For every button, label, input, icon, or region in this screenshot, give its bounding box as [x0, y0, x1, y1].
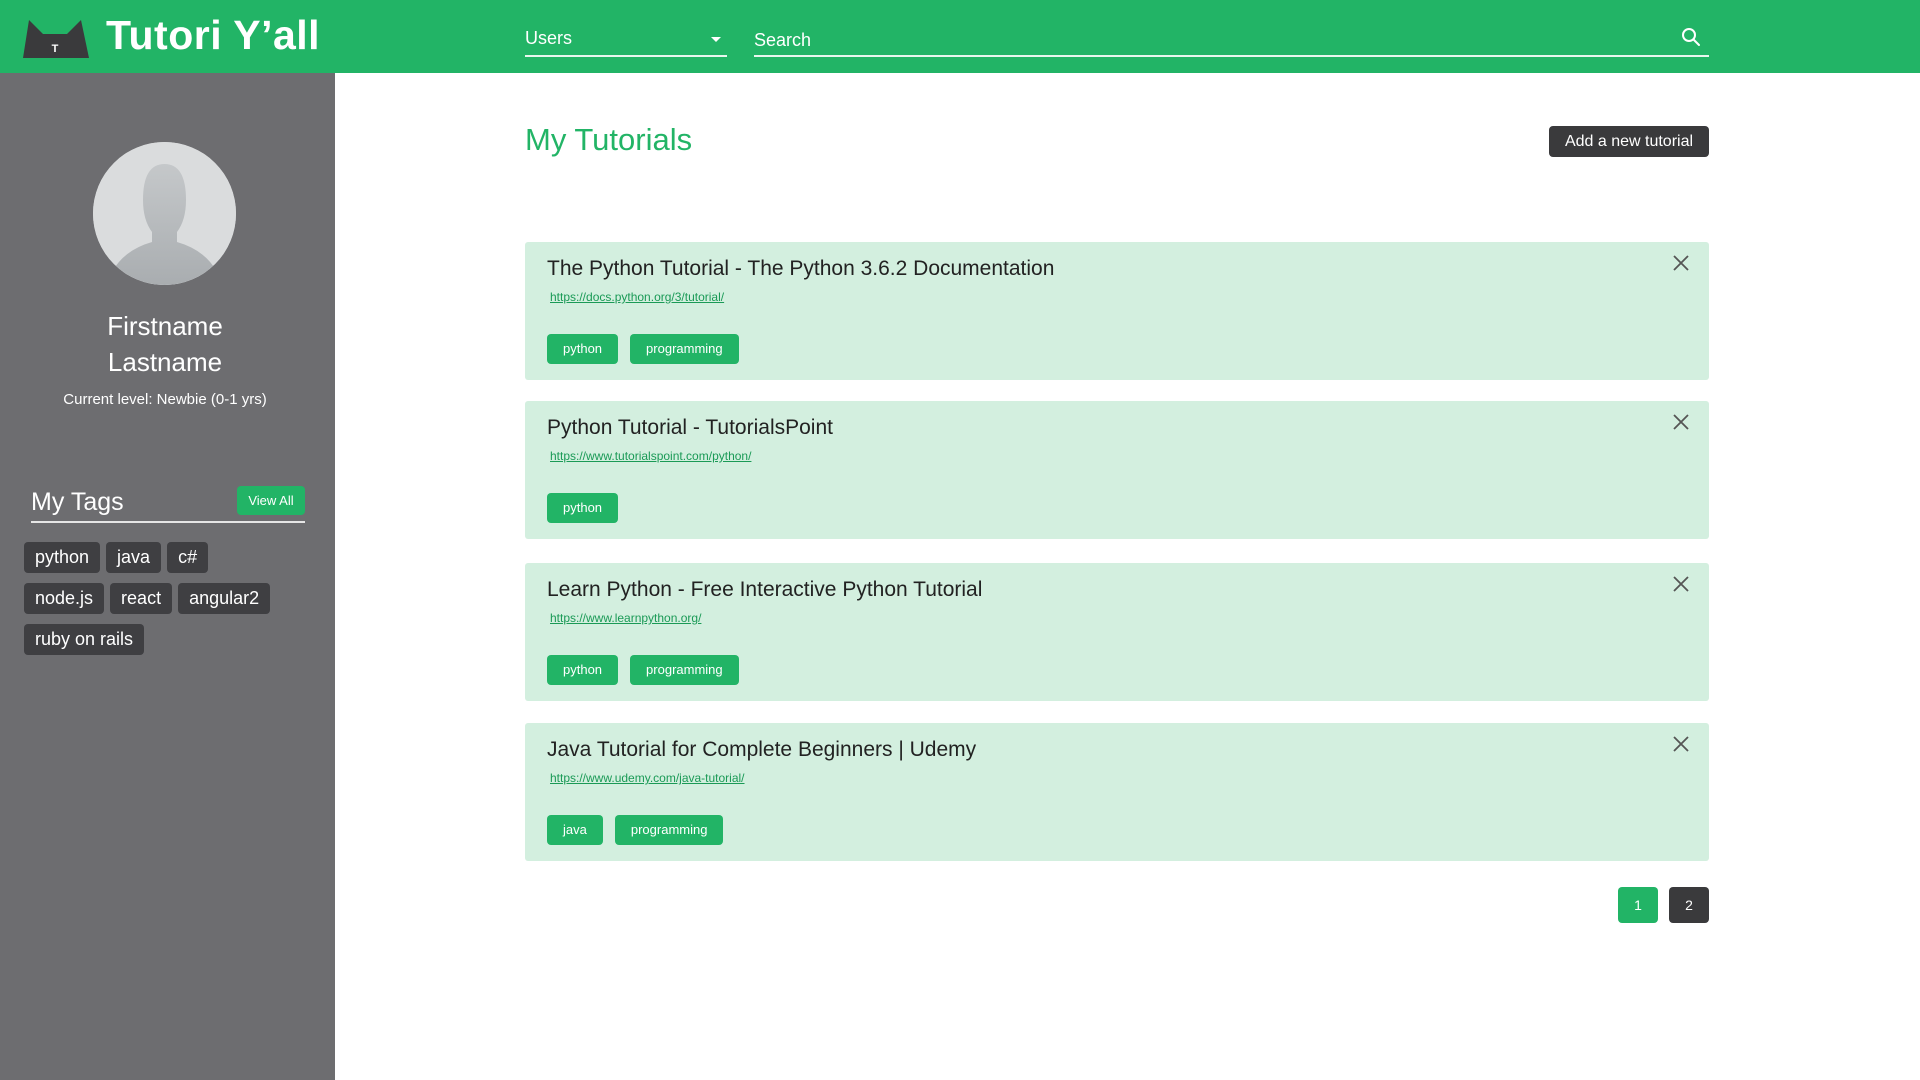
- top-navbar: T Tutori Y’all Users: [0, 0, 1920, 73]
- close-icon[interactable]: [1672, 413, 1690, 431]
- tutorial-title: Java Tutorial for Complete Beginners | U…: [547, 738, 977, 761]
- tutorial-link[interactable]: https://www.tutorialspoint.com/python/: [550, 449, 751, 463]
- tutorial-card: Java Tutorial for Complete Beginners | U…: [525, 723, 1709, 861]
- tutorial-title: Python Tutorial - TutorialsPoint: [547, 416, 833, 439]
- tutorial-card: Python Tutorial - TutorialsPoint https:/…: [525, 401, 1709, 539]
- search-input[interactable]: [754, 26, 1674, 55]
- tutorial-card: Learn Python - Free Interactive Python T…: [525, 563, 1709, 701]
- chevron-down-icon: [711, 37, 721, 42]
- tutorial-title: The Python Tutorial - The Python 3.6.2 D…: [547, 257, 1055, 280]
- close-icon[interactable]: [1672, 254, 1690, 272]
- my-tags-list: python java c# node.js react angular2 ruby o…: [24, 542, 314, 665]
- tutorial-link[interactable]: https://www.learnpython.org/: [550, 611, 701, 625]
- tutorial-card: The Python Tutorial - The Python 3.6.2 D…: [525, 242, 1709, 380]
- profile-level: Current level: Newbie (0-1 yrs): [63, 391, 267, 408]
- tutorial-tag[interactable]: java: [547, 815, 603, 845]
- my-tags-header: My Tags View All: [31, 486, 305, 523]
- close-icon[interactable]: [1672, 735, 1690, 753]
- tutorial-tags: python: [547, 493, 630, 523]
- sidebar-tag[interactable]: node.js: [24, 583, 105, 614]
- sidebar-tag[interactable]: angular2: [178, 583, 271, 614]
- page-title: My Tutorials: [525, 122, 693, 157]
- my-tags-title: My Tags: [31, 488, 124, 516]
- tutorial-tags: python programming: [547, 334, 751, 364]
- cat-logo-icon[interactable]: T: [19, 16, 91, 58]
- close-icon[interactable]: [1672, 575, 1690, 593]
- last-name: Lastname: [107, 347, 223, 377]
- user-silhouette-icon: [93, 142, 236, 285]
- category-select-value: Users: [525, 28, 573, 48]
- sidebar-tag[interactable]: ruby on rails: [24, 624, 145, 655]
- sidebar-tag[interactable]: python: [24, 542, 101, 573]
- tutorial-title: Learn Python - Free Interactive Python T…: [547, 578, 983, 601]
- add-tutorial-button[interactable]: Add a new tutorial: [1549, 126, 1709, 157]
- brand-title[interactable]: Tutori Y’all: [106, 12, 320, 59]
- view-all-button[interactable]: View All: [237, 486, 305, 515]
- tutorial-tags: python programming: [547, 655, 751, 685]
- tutorial-tag[interactable]: python: [547, 334, 619, 364]
- first-name: Firstname: [107, 311, 223, 341]
- page-button-2[interactable]: 2: [1669, 887, 1709, 923]
- search-bar: [754, 26, 1709, 57]
- avatar[interactable]: [93, 142, 236, 285]
- svg-text:T: T: [52, 43, 59, 55]
- search-icon[interactable]: [1681, 27, 1701, 47]
- tutorial-tag[interactable]: python: [547, 493, 619, 523]
- tutorial-link[interactable]: https://www.udemy.com/java-tutorial/: [550, 771, 745, 785]
- tutorial-tag[interactable]: programming: [614, 815, 724, 845]
- profile-name: Firstname Lastname: [0, 308, 330, 380]
- sidebar-tag[interactable]: c#: [167, 542, 209, 573]
- sidebar-tag[interactable]: react: [110, 583, 173, 614]
- profile-sidebar: Firstname Lastname Current level: Newbie…: [0, 73, 335, 1080]
- category-select[interactable]: Users: [525, 26, 727, 57]
- tutorial-link[interactable]: https://docs.python.org/3/tutorial/: [550, 290, 724, 304]
- tutorial-tag[interactable]: programming: [630, 655, 739, 685]
- page-button-1[interactable]: 1: [1618, 887, 1658, 923]
- tutorial-tags: java programming: [547, 815, 735, 845]
- tutorial-tag[interactable]: python: [547, 655, 619, 685]
- tutorial-tag[interactable]: programming: [630, 334, 739, 364]
- sidebar-tag[interactable]: java: [106, 542, 162, 573]
